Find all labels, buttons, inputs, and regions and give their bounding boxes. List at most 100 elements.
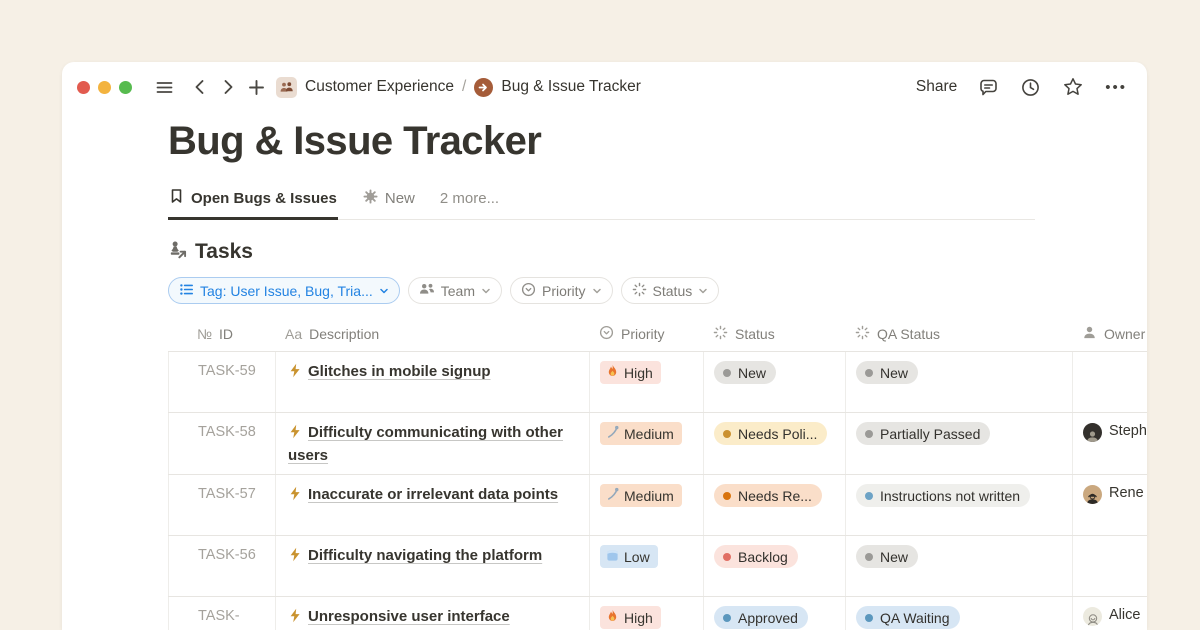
task-id-cell[interactable]: TASK-58 — [168, 413, 275, 474]
status-label: Approved — [738, 610, 798, 626]
owner-name: Alice — [1109, 607, 1140, 623]
lightning-bolt-icon — [288, 486, 302, 507]
task-title-link[interactable]: Difficulty communicating with other user… — [288, 424, 563, 464]
priority-cell[interactable]: Medium — [589, 413, 703, 474]
owner-cell[interactable] — [1072, 352, 1147, 412]
lightning-bolt-icon — [288, 363, 302, 384]
column-header-priority[interactable]: Priority — [589, 317, 703, 351]
comments-icon[interactable] — [978, 77, 999, 98]
chevron-down-icon — [592, 286, 602, 296]
task-description-cell: Glitches in mobile signup — [275, 352, 589, 412]
column-header-id[interactable]: № ID — [168, 317, 275, 351]
filter-bar: Tag: User Issue, Bug, Tria... Team Prior… — [168, 277, 1147, 304]
qa-status-label: New — [880, 365, 908, 381]
task-id-cell[interactable]: TASK-56 — [168, 536, 275, 596]
task-title-link[interactable]: Inaccurate or irrelevant data points — [308, 486, 558, 503]
table-row: TASK- Unresponsive user interface High A… — [168, 597, 1147, 630]
owner-cell[interactable]: Steph — [1072, 413, 1147, 474]
owner-cell[interactable]: Rene — [1072, 475, 1147, 535]
more-options-icon[interactable]: ••• — [1105, 79, 1127, 96]
breadcrumb-workspace[interactable]: Customer Experience — [305, 78, 454, 96]
owner-cell[interactable] — [1072, 536, 1147, 596]
tabs-more-button[interactable]: 2 more... — [440, 190, 499, 219]
task-id-cell[interactable]: TASK-57 — [168, 475, 275, 535]
qa-status-label: Instructions not written — [880, 488, 1020, 504]
task-id-cell[interactable]: TASK- — [168, 597, 275, 630]
filter-label: Status — [653, 283, 693, 299]
spinner-icon — [713, 325, 728, 343]
qa-status-label: New — [880, 549, 908, 565]
task-title-link[interactable]: Unresponsive user interface — [308, 608, 510, 625]
task-title-link[interactable]: Glitches in mobile signup — [308, 363, 491, 380]
needle-icon — [606, 425, 619, 442]
filter-chip-tag[interactable]: Tag: User Issue, Bug, Tria... — [168, 277, 400, 304]
number-sign-icon: № — [197, 326, 212, 342]
qa-status-cell[interactable]: QA Waiting — [845, 597, 1072, 630]
breadcrumb-separator: / — [462, 78, 466, 96]
status-dot — [865, 614, 873, 622]
status-dot — [865, 553, 873, 561]
share-button[interactable]: Share — [916, 78, 957, 96]
linked-database-pawn-icon — [168, 240, 187, 264]
priority-cell[interactable]: Low — [589, 536, 703, 596]
status-dot — [723, 430, 731, 438]
qa-status-cell[interactable]: Partially Passed — [845, 413, 1072, 474]
maximize-window-icon[interactable] — [119, 81, 132, 94]
new-page-icon[interactable] — [242, 74, 270, 100]
table-row: TASK-58 Difficulty communicating with ot… — [168, 413, 1147, 475]
breadcrumb-page[interactable]: Bug & Issue Tracker — [501, 78, 641, 96]
chevron-down-icon — [379, 286, 389, 296]
bulleted-list-icon — [179, 282, 194, 300]
task-id-cell[interactable]: TASK-59 — [168, 352, 275, 412]
favorite-star-icon[interactable] — [1062, 76, 1084, 98]
tab-open-bugs-issues[interactable]: Open Bugs & Issues — [168, 188, 338, 220]
filter-label: Team — [441, 283, 475, 299]
page-arrow-icon — [474, 78, 493, 97]
filter-chip-team[interactable]: Team — [408, 277, 502, 304]
task-title-link[interactable]: Difficulty navigating the platform — [308, 547, 542, 564]
status-cell[interactable]: Approved — [703, 597, 845, 630]
avatar — [1083, 485, 1102, 504]
filter-chip-status[interactable]: Status — [621, 277, 720, 304]
priority-label: High — [624, 365, 653, 381]
workspace-people-icon[interactable] — [276, 77, 297, 98]
table-header-row: № ID Aa Description Priority Status — [168, 317, 1147, 352]
close-window-icon[interactable] — [77, 81, 90, 94]
priority-cell[interactable]: High — [589, 597, 703, 630]
status-dot — [723, 614, 731, 622]
table-body: TASK-59 Glitches in mobile signup High N… — [168, 352, 1147, 630]
linked-database-header: Tasks — [168, 240, 1147, 264]
column-header-qa-status[interactable]: QA Status — [845, 317, 1072, 351]
owner-name: Steph — [1109, 423, 1147, 439]
column-header-owner[interactable]: Owner — [1072, 317, 1147, 351]
column-header-status[interactable]: Status — [703, 317, 845, 351]
column-header-description[interactable]: Aa Description — [275, 317, 589, 351]
qa-status-cell[interactable]: New — [845, 536, 1072, 596]
qa-status-cell[interactable]: Instructions not written — [845, 475, 1072, 535]
hamburger-menu-icon[interactable] — [150, 74, 178, 100]
qa-status-label: Partially Passed — [880, 426, 980, 442]
status-cell[interactable]: Needs Poli... — [703, 413, 845, 474]
priority-cell[interactable]: Medium — [589, 475, 703, 535]
lightning-bolt-icon — [288, 608, 302, 629]
status-label: Needs Re... — [738, 488, 812, 504]
forward-icon[interactable] — [214, 74, 242, 100]
back-icon[interactable] — [186, 74, 214, 100]
status-cell[interactable]: Needs Re... — [703, 475, 845, 535]
qa-status-cell[interactable]: New — [845, 352, 1072, 412]
priority-cell[interactable]: High — [589, 352, 703, 412]
lightning-bolt-icon — [288, 424, 302, 445]
bookmark-icon — [169, 188, 184, 208]
status-dot — [723, 369, 731, 377]
avatar — [1083, 607, 1102, 626]
filter-chip-priority[interactable]: Priority — [510, 277, 613, 304]
owner-cell[interactable]: Alice — [1072, 597, 1147, 630]
status-cell[interactable]: Backlog — [703, 536, 845, 596]
tab-new[interactable]: New — [362, 189, 416, 220]
status-cell[interactable]: New — [703, 352, 845, 412]
flame-icon — [606, 364, 619, 381]
history-clock-icon[interactable] — [1020, 77, 1041, 98]
minimize-window-icon[interactable] — [98, 81, 111, 94]
tab-label: Open Bugs & Issues — [191, 190, 337, 207]
table-row: TASK-56 Difficulty navigating the platfo… — [168, 536, 1147, 597]
